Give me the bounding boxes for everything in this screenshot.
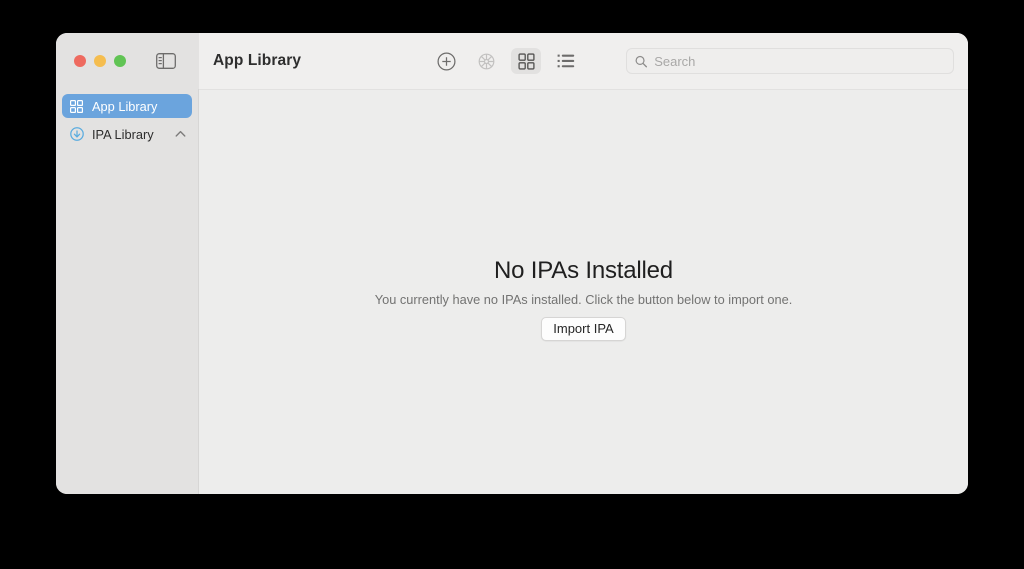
search-input[interactable] xyxy=(654,53,945,69)
close-window-button[interactable] xyxy=(74,55,86,67)
empty-state-subtitle: You currently have no IPAs installed. Cl… xyxy=(374,292,793,307)
search-icon xyxy=(635,55,648,67)
minimize-window-button[interactable] xyxy=(94,55,106,67)
sidebar-item-label: App Library xyxy=(92,98,158,114)
gear-icon xyxy=(478,53,494,69)
toolbar-action-group xyxy=(431,48,581,74)
list-view-button[interactable] xyxy=(551,48,581,74)
maximize-window-button[interactable] xyxy=(114,55,126,67)
content-area: No IPAs Installed You currently have no … xyxy=(199,89,968,494)
list-view-icon xyxy=(557,54,575,68)
import-ipa-button[interactable]: Import IPA xyxy=(541,317,626,341)
empty-state: No IPAs Installed You currently have no … xyxy=(199,257,968,341)
window-body: App Library IPA Library No IPAs Installe… xyxy=(56,89,968,494)
grid-icon xyxy=(69,99,84,114)
grid-view-button[interactable] xyxy=(511,48,541,74)
page-title: App Library xyxy=(213,52,302,69)
titlebar-left-section xyxy=(56,33,199,89)
sidebar-item-label: IPA Library xyxy=(92,126,154,142)
sidebar-item-app-library[interactable]: App Library xyxy=(62,94,192,118)
sidebar-item-ipa-library[interactable]: IPA Library xyxy=(62,122,192,146)
settings-button[interactable] xyxy=(471,48,501,74)
add-button[interactable] xyxy=(431,48,461,74)
plus-circle-icon xyxy=(436,51,456,71)
app-window: App Library Search App Library IPA Libra… xyxy=(56,33,968,494)
traffic-light-group xyxy=(74,55,126,67)
grid-view-icon xyxy=(517,52,535,70)
sidebar-toggle-icon[interactable] xyxy=(155,50,177,72)
download-circle-icon xyxy=(69,127,84,142)
window-titlebar: App Library xyxy=(56,33,968,89)
empty-state-title: No IPAs Installed xyxy=(494,257,673,284)
chevron-up-icon[interactable] xyxy=(174,128,186,140)
titlebar-right-section: App Library xyxy=(199,33,968,89)
sidebar: App Library IPA Library xyxy=(56,89,199,494)
desktop-background: App Library Search App Library IPA Libra… xyxy=(0,0,1024,569)
search-field[interactable] xyxy=(626,48,954,74)
